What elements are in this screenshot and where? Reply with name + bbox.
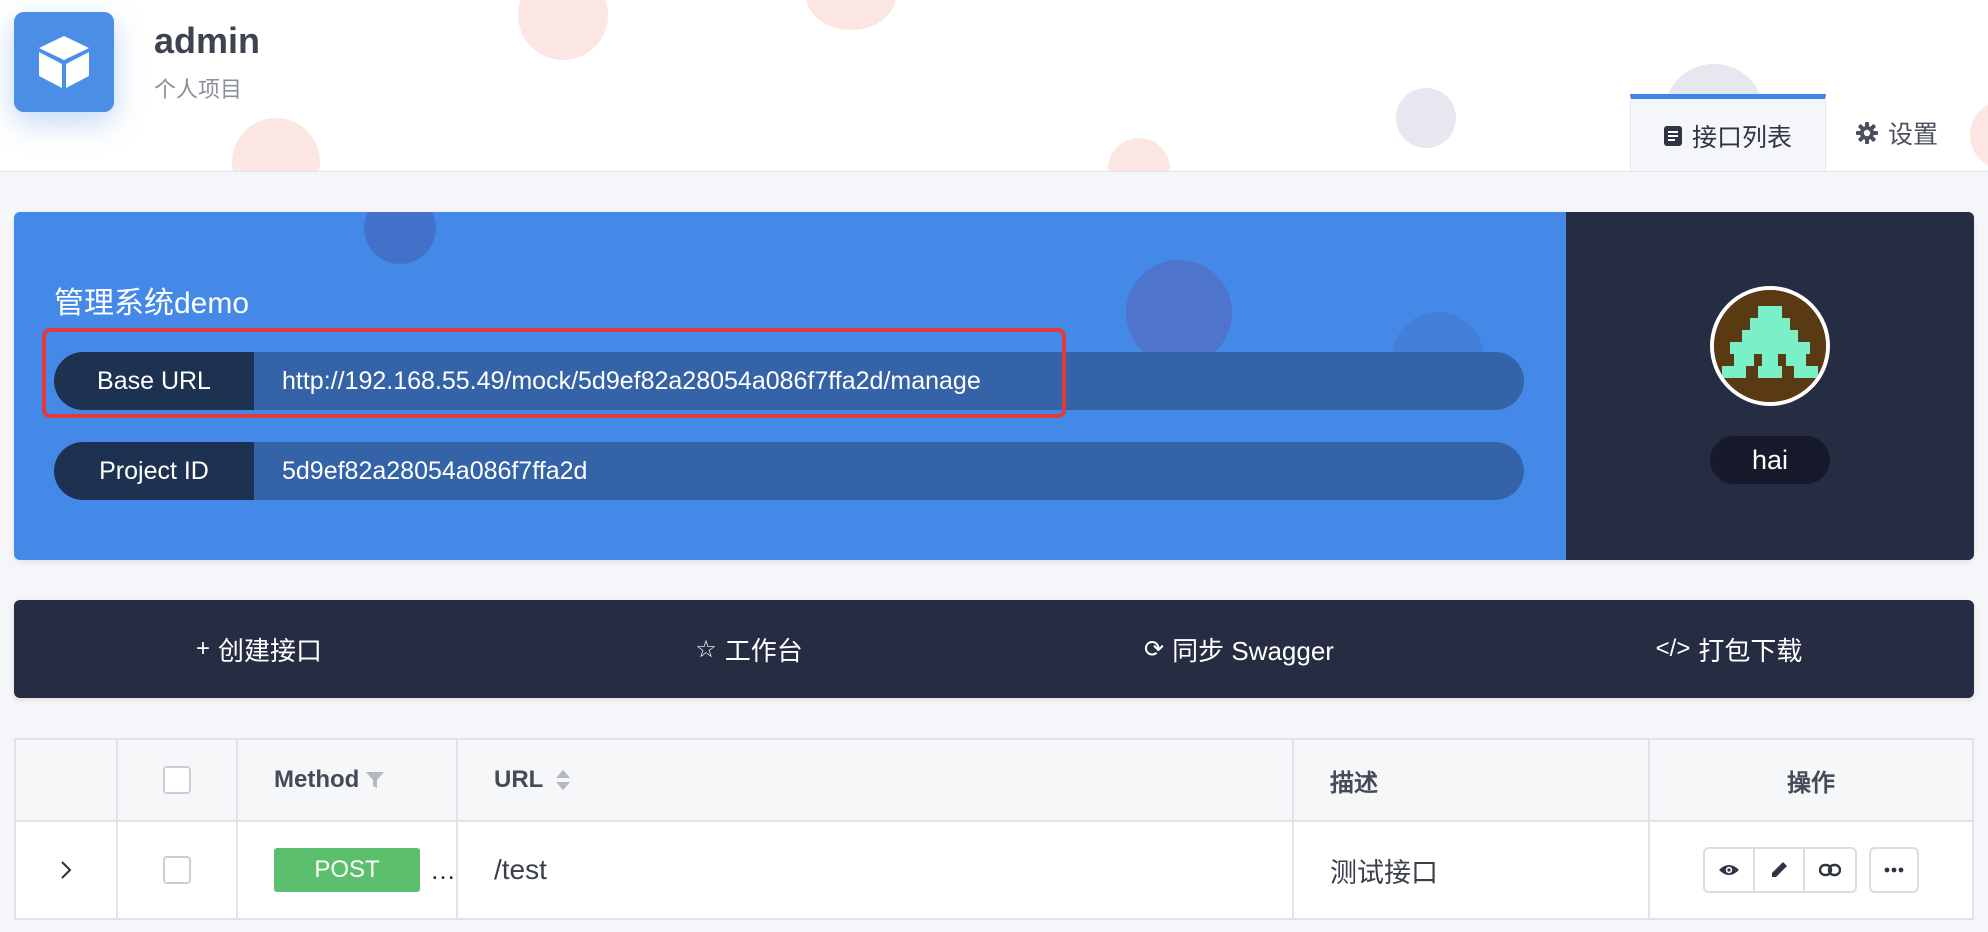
project-banner: 管理系统demo Base URL http://192.168.55.49/m…	[14, 212, 1974, 560]
decor-bubble	[1970, 100, 1988, 170]
document-icon	[1663, 125, 1682, 146]
project-title: 管理系统demo	[54, 287, 250, 320]
tab-api-list[interactable]: 接口列表	[1630, 94, 1826, 171]
sync-swagger-label: 同步 Swagger	[1172, 635, 1334, 666]
url-cell: /test	[458, 822, 1294, 918]
page-header: admin 个人项目 接口列表 设置	[0, 0, 1988, 172]
header-method: Method	[238, 740, 458, 820]
link-button[interactable]	[1805, 849, 1855, 891]
user-panel: hai	[1566, 212, 1974, 560]
tab-api-list-label: 接口列表	[1691, 123, 1792, 152]
url-text[interactable]: /test	[494, 854, 547, 886]
ellipsis-icon: …	[430, 854, 456, 885]
decor-bubble	[806, 0, 896, 30]
tab-settings[interactable]: 设置	[1856, 94, 1939, 171]
header-check-cell	[118, 740, 238, 820]
check-cell	[118, 822, 238, 918]
header-desc-label: 描述	[1330, 769, 1378, 797]
chevron-right-icon[interactable]	[59, 859, 73, 881]
header-url: URL	[458, 740, 1294, 820]
link-icon	[1819, 863, 1841, 877]
expand-cell	[16, 822, 118, 918]
header-ops-label: 操作	[1787, 769, 1835, 797]
project-name: admin	[154, 20, 261, 61]
create-api-label: 创建接口	[218, 635, 323, 666]
edit-button[interactable]	[1755, 849, 1805, 891]
sort-icon[interactable]	[555, 768, 571, 792]
project-type: 个人项目	[154, 77, 243, 102]
project-logo	[14, 12, 114, 112]
cube-icon	[39, 36, 89, 88]
eye-icon	[1719, 865, 1739, 875]
decor-bubble	[364, 212, 436, 264]
plus-icon: +	[195, 635, 210, 662]
project-id-field[interactable]: Project ID 5d9ef82a28054a086f7ffa2d	[54, 442, 1524, 500]
row-checkbox[interactable]	[163, 856, 191, 884]
decor-bubble	[232, 118, 320, 171]
more-button[interactable]	[1869, 847, 1919, 893]
sync-swagger-button[interactable]: ⟳ 同步 Swagger	[994, 600, 1484, 698]
decor-bubble	[1396, 88, 1456, 148]
gear-icon	[1856, 122, 1878, 144]
highlight-box	[42, 328, 1066, 418]
action-toolbar: + 创建接口 ☆ 工作台 ⟳ 同步 Swagger </> 打包下载	[14, 600, 1974, 698]
table-header-row: Method URL 描述 操作	[16, 740, 1972, 822]
select-all-checkbox[interactable]	[163, 766, 191, 794]
view-button[interactable]	[1705, 849, 1755, 891]
code-icon: </>	[1655, 635, 1691, 662]
user-name-badge: hai	[1710, 436, 1830, 484]
workbench-button[interactable]: ☆ 工作台	[504, 600, 994, 698]
create-api-button[interactable]: + 创建接口	[14, 600, 504, 698]
header-ops: 操作	[1650, 740, 1972, 820]
decor-bubble	[1126, 260, 1232, 366]
header-method-label: Method	[274, 766, 360, 793]
avatar-pattern-icon	[1714, 290, 1826, 402]
more-icon	[1884, 867, 1904, 873]
desc-text: 测试接口	[1330, 857, 1438, 888]
desc-cell: 测试接口	[1294, 822, 1650, 918]
header-url-label: URL	[494, 766, 544, 793]
workbench-label: 工作台	[724, 635, 803, 666]
table-row: POST … /test 测试接口	[16, 822, 1972, 918]
project-info-panel: 管理系统demo Base URL http://192.168.55.49/m…	[14, 212, 1566, 560]
header-desc: 描述	[1294, 740, 1650, 820]
sync-icon: ⟳	[1144, 635, 1165, 663]
pencil-icon	[1772, 862, 1787, 877]
method-badge: POST	[274, 848, 420, 892]
decor-bubble	[518, 0, 608, 60]
star-icon: ☆	[695, 635, 717, 663]
filter-icon[interactable]	[365, 770, 385, 790]
api-table: Method URL 描述 操作 POST … /test 测试接口	[14, 738, 1974, 920]
decor-bubble	[1108, 138, 1170, 171]
method-cell: POST …	[238, 822, 458, 918]
avatar[interactable]	[1710, 286, 1830, 406]
project-id-value[interactable]: 5d9ef82a28054a086f7ffa2d	[254, 457, 587, 486]
tab-settings-label: 设置	[1888, 121, 1939, 149]
project-id-label: Project ID	[54, 442, 254, 500]
download-button[interactable]: </> 打包下载	[1484, 600, 1974, 698]
ops-button-group	[1703, 847, 1857, 893]
ops-cell	[1650, 822, 1972, 918]
header-expand-cell	[16, 740, 118, 820]
download-label: 打包下载	[1698, 635, 1803, 666]
